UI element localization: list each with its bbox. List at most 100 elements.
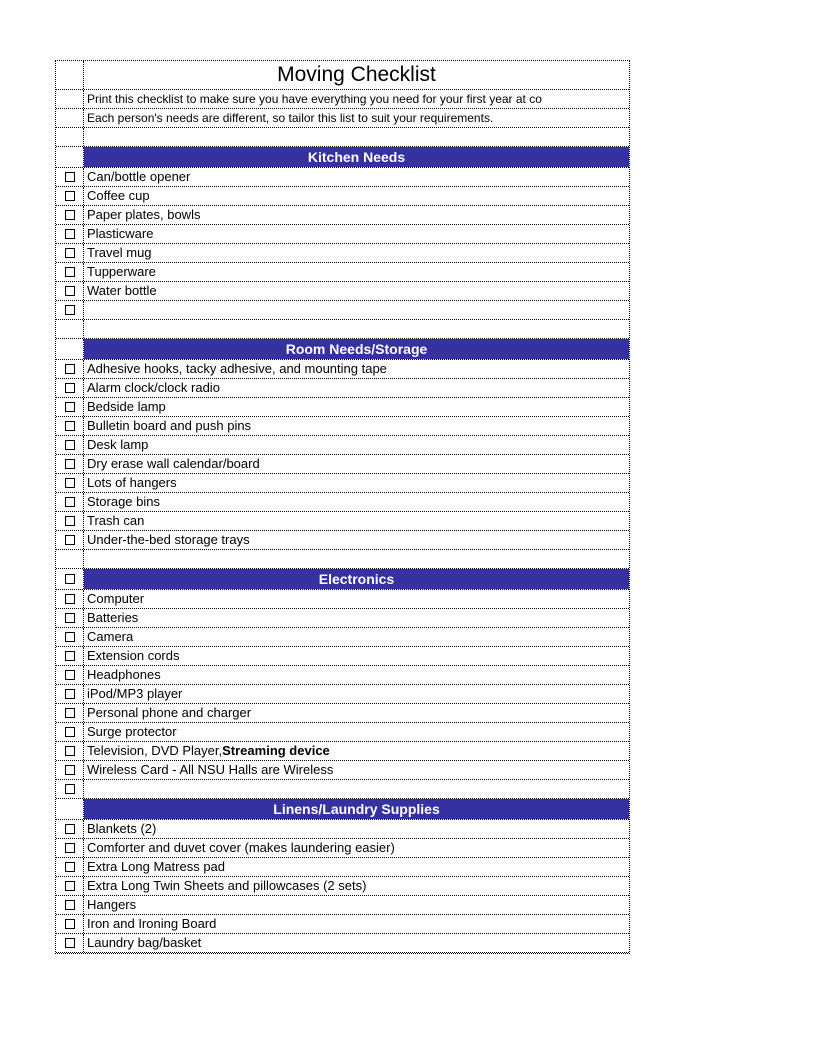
checkbox-icon[interactable] xyxy=(65,765,75,775)
list-item: Iron and Ironing Board xyxy=(56,915,629,934)
checkbox-icon[interactable] xyxy=(65,881,75,891)
list-item-label: Extra Long Twin Sheets and pillowcases (… xyxy=(84,877,629,895)
list-item-label: Bedside lamp xyxy=(84,398,629,416)
checkbox-icon[interactable] xyxy=(65,632,75,642)
checkbox-icon[interactable] xyxy=(65,535,75,545)
section-header: Electronics xyxy=(84,569,629,589)
list-item-label: Wireless Card - All NSU Halls are Wirele… xyxy=(84,761,629,779)
checkbox-icon[interactable] xyxy=(65,421,75,431)
checkbox-icon[interactable] xyxy=(65,440,75,450)
checkbox-icon[interactable] xyxy=(65,229,75,239)
list-item: Television, DVD Player, Streaming device xyxy=(56,742,629,761)
checkbox-icon[interactable] xyxy=(65,364,75,374)
list-item xyxy=(56,301,629,320)
list-item-label: Iron and Ironing Board xyxy=(84,915,629,933)
list-item-label: Water bottle xyxy=(84,282,629,300)
list-item: Paper plates, bowls xyxy=(56,206,629,225)
list-item-label: Hangers xyxy=(84,896,629,914)
list-item: Comforter and duvet cover (makes launder… xyxy=(56,839,629,858)
list-item: Surge protector xyxy=(56,723,629,742)
list-item-label: Tupperware xyxy=(84,263,629,281)
list-item: Laundry bag/basket xyxy=(56,934,629,953)
checkbox-icon[interactable] xyxy=(65,172,75,182)
list-item: iPod/MP3 player xyxy=(56,685,629,704)
page-title: Moving Checklist xyxy=(84,61,629,89)
list-item: Batteries xyxy=(56,609,629,628)
checkbox-icon[interactable] xyxy=(65,843,75,853)
checkbox-icon[interactable] xyxy=(65,248,75,258)
checkbox-icon[interactable] xyxy=(65,191,75,201)
checkbox-icon[interactable] xyxy=(65,286,75,296)
list-item-label: Dry erase wall calendar/board xyxy=(84,455,629,473)
checkbox-icon[interactable] xyxy=(65,938,75,948)
list-item-label: Batteries xyxy=(84,609,629,627)
checkbox-icon[interactable] xyxy=(65,516,75,526)
list-item: Can/bottle opener xyxy=(56,168,629,187)
list-item-label: Paper plates, bowls xyxy=(84,206,629,224)
subtitle-row-2: Each person's needs are different, so ta… xyxy=(56,109,629,128)
list-item-label: Camera xyxy=(84,628,629,646)
checkbox-icon[interactable] xyxy=(65,594,75,604)
list-item: Storage bins xyxy=(56,493,629,512)
list-item-label: iPod/MP3 player xyxy=(84,685,629,703)
spreadsheet-table: Moving Checklist Print this checklist to… xyxy=(55,60,630,954)
section-header-row: Kitchen Needs xyxy=(56,147,629,168)
checkbox-icon[interactable] xyxy=(65,784,75,794)
checkbox-icon[interactable] xyxy=(65,478,75,488)
checkbox-icon[interactable] xyxy=(65,746,75,756)
list-item: Tupperware xyxy=(56,263,629,282)
section-header: Linens/Laundry Supplies xyxy=(84,799,629,819)
list-item: Extra Long Matress pad xyxy=(56,858,629,877)
list-item: Plasticware xyxy=(56,225,629,244)
list-item-label: Lots of hangers xyxy=(84,474,629,492)
list-item: Desk lamp xyxy=(56,436,629,455)
checkbox-icon[interactable] xyxy=(65,689,75,699)
list-item-label: Bulletin board and push pins xyxy=(84,417,629,435)
checkbox-icon[interactable] xyxy=(65,574,75,584)
list-item: Extra Long Twin Sheets and pillowcases (… xyxy=(56,877,629,896)
list-item-label: Surge protector xyxy=(84,723,629,741)
section-header-row: Electronics xyxy=(56,569,629,590)
checkbox-icon[interactable] xyxy=(65,210,75,220)
list-item-label: Travel mug xyxy=(84,244,629,262)
list-item-label: Can/bottle opener xyxy=(84,168,629,186)
checkbox-icon[interactable] xyxy=(65,862,75,872)
list-item: Water bottle xyxy=(56,282,629,301)
list-item: Alarm clock/clock radio xyxy=(56,379,629,398)
checkbox-icon[interactable] xyxy=(65,651,75,661)
section-header: Kitchen Needs xyxy=(84,147,629,167)
checkbox-icon[interactable] xyxy=(65,727,75,737)
list-item-label: Comforter and duvet cover (makes launder… xyxy=(84,839,629,857)
checkbox-icon[interactable] xyxy=(65,267,75,277)
checkbox-icon[interactable] xyxy=(65,613,75,623)
checkbox-icon[interactable] xyxy=(65,900,75,910)
list-item-label: Headphones xyxy=(84,666,629,684)
list-item-label: Trash can xyxy=(84,512,629,530)
subtitle-line-2: Each person's needs are different, so ta… xyxy=(84,109,629,127)
list-item: Lots of hangers xyxy=(56,474,629,493)
list-item: Travel mug xyxy=(56,244,629,263)
list-item: Wireless Card - All NSU Halls are Wirele… xyxy=(56,761,629,780)
checkbox-icon[interactable] xyxy=(65,459,75,469)
checkbox-icon[interactable] xyxy=(65,919,75,929)
checkbox-icon[interactable] xyxy=(65,402,75,412)
list-item: Personal phone and charger xyxy=(56,704,629,723)
list-item-label: Desk lamp xyxy=(84,436,629,454)
list-item: Computer xyxy=(56,590,629,609)
checkbox-icon[interactable] xyxy=(65,824,75,834)
list-item-label xyxy=(84,301,629,319)
list-item-label xyxy=(84,780,629,798)
checkbox-icon[interactable] xyxy=(65,708,75,718)
list-item-label: Personal phone and charger xyxy=(84,704,629,722)
spacer-row xyxy=(56,128,629,147)
spacer-row xyxy=(56,550,629,569)
checkbox-icon[interactable] xyxy=(65,383,75,393)
list-item: Under-the-bed storage trays xyxy=(56,531,629,550)
checkbox-icon[interactable] xyxy=(65,305,75,315)
list-item xyxy=(56,780,629,799)
list-item-label: Television, DVD Player, Streaming device xyxy=(84,742,629,760)
list-item-label: Extension cords xyxy=(84,647,629,665)
checkbox-icon[interactable] xyxy=(65,670,75,680)
list-item-label: Laundry bag/basket xyxy=(84,934,629,952)
checkbox-icon[interactable] xyxy=(65,497,75,507)
